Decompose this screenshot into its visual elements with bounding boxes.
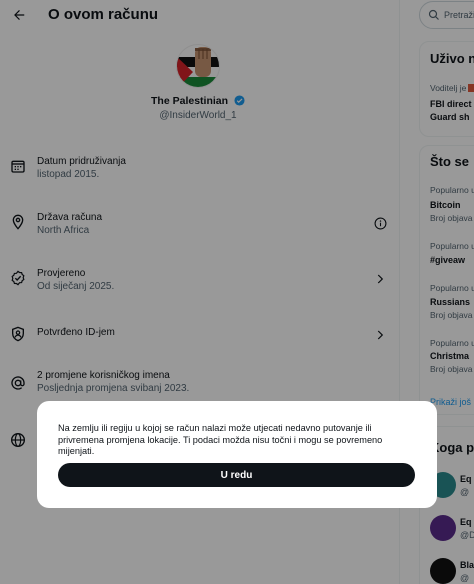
location-notice-dialog: Na zemlju ili regiju u kojoj se račun na… [37, 401, 437, 508]
dialog-message: Na zemlju ili regiju u kojoj se račun na… [58, 423, 383, 456]
ok-button[interactable]: U redu [58, 463, 415, 487]
